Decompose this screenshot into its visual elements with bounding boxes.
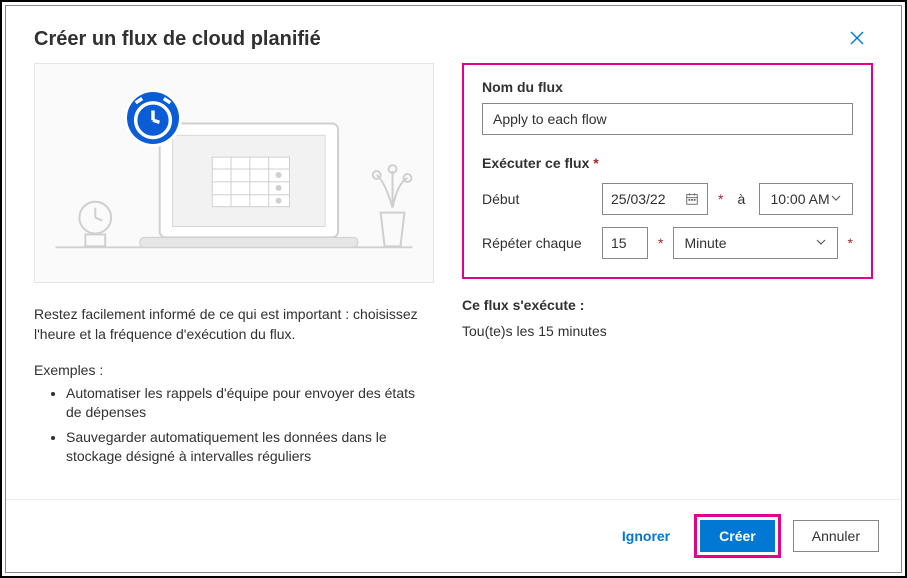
run-this-flow-label: Exécuter ce flux * — [482, 155, 853, 171]
repeat-label: Répéter chaque — [482, 235, 592, 251]
dialog-title: Créer un flux de cloud planifié — [34, 28, 841, 51]
form-highlight: Nom du flux Exécuter ce flux * Début 25/… — [462, 63, 873, 279]
chevron-down-icon — [830, 191, 842, 207]
chevron-down-icon — [815, 235, 827, 251]
cancel-button[interactable]: Annuler — [793, 520, 879, 552]
start-time-select[interactable]: 10:00 AM — [759, 183, 853, 215]
alarm-clock-icon — [127, 92, 179, 144]
close-icon[interactable] — [841, 26, 873, 53]
dialog-header: Créer un flux de cloud planifié — [6, 6, 901, 63]
start-date-input[interactable]: 25/03/22 — [602, 183, 708, 215]
schedule-summary-value: Tou(te)s les 15 minutes — [462, 323, 873, 339]
flow-name-input[interactable] — [482, 103, 853, 135]
repeat-interval-input[interactable]: 15 — [602, 227, 648, 259]
illustration — [34, 63, 434, 283]
examples-heading: Exemples : — [34, 362, 434, 378]
schedule-summary-heading: Ce flux s'exécute : — [462, 297, 873, 313]
dialog: Créer un flux de cloud planifié — [5, 5, 902, 573]
list-item: Automatiser les rappels d'équipe pour en… — [66, 384, 434, 422]
calendar-icon — [685, 192, 699, 206]
at-label: à — [733, 191, 749, 207]
flow-name-label: Nom du flux — [482, 79, 853, 95]
examples-list: Automatiser les rappels d'équipe pour en… — [34, 384, 434, 466]
skip-button[interactable]: Ignorer — [610, 528, 682, 544]
start-label: Début — [482, 191, 592, 207]
repeat-unit-select[interactable]: Minute — [673, 227, 837, 259]
list-item: Sauvegarder automatiquement les données … — [66, 428, 434, 466]
dialog-footer: Ignorer Créer Annuler — [6, 499, 901, 572]
description-text: Restez facilement informé de ce qui est … — [34, 305, 434, 344]
create-button[interactable]: Créer — [700, 520, 775, 552]
create-button-highlight: Créer — [694, 514, 781, 558]
